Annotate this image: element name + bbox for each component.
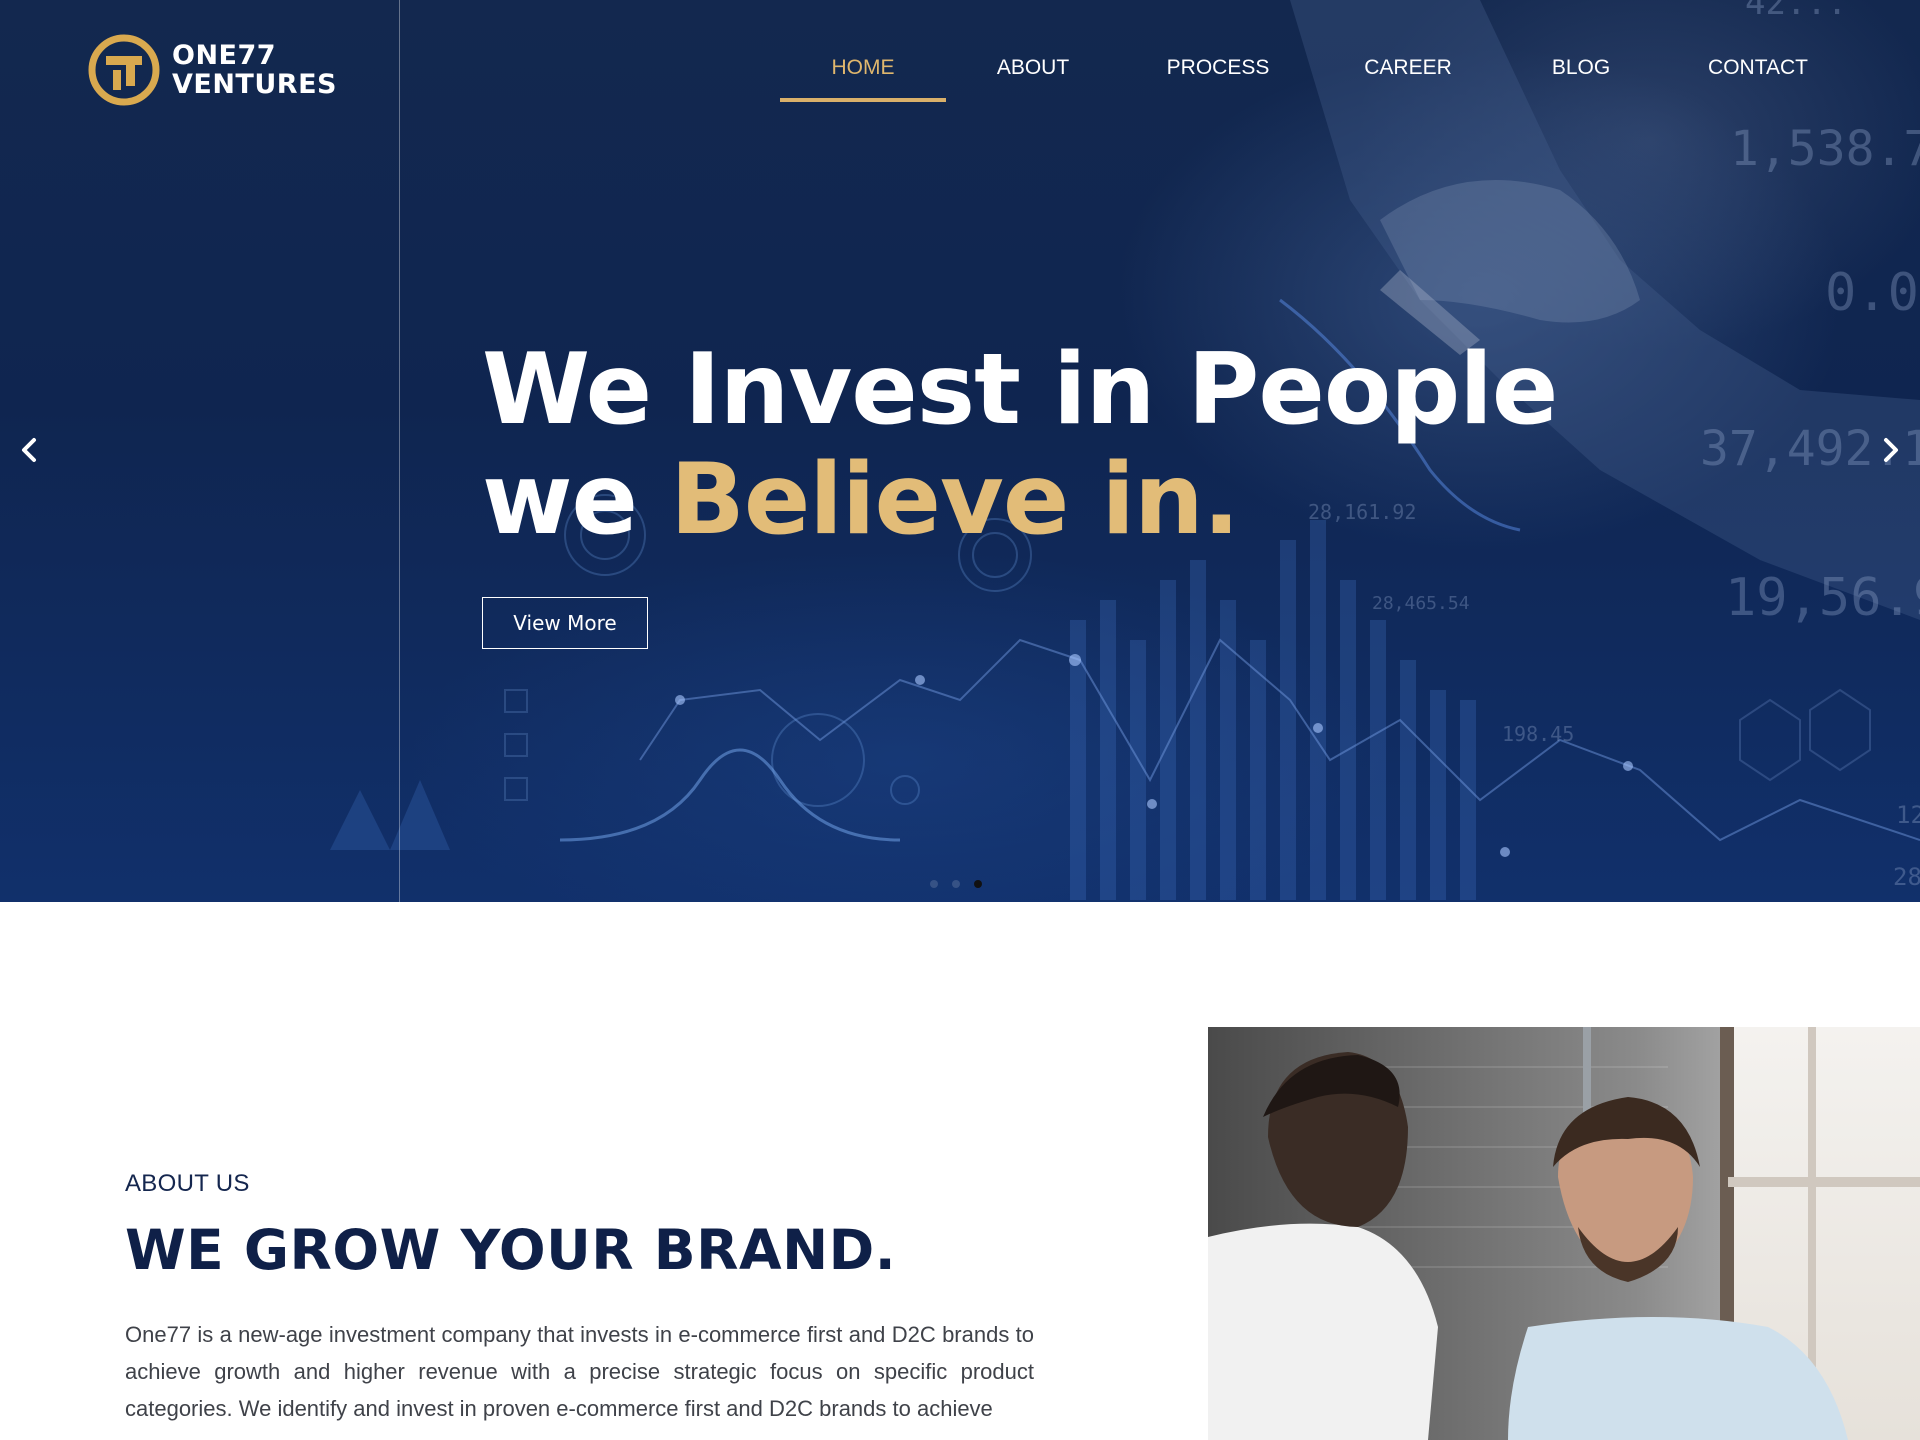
slider-prev-button[interactable] xyxy=(14,432,44,468)
hero-heading-line2-prefix: we xyxy=(482,443,638,557)
about-section-text: One77 is a new-age investment company th… xyxy=(125,1322,1034,1421)
business-meeting-image xyxy=(1208,1027,1920,1440)
svg-text:0.01: 0.01 xyxy=(1825,263,1920,323)
chevron-right-icon xyxy=(1884,438,1898,462)
nav-item-career[interactable]: CAREER xyxy=(1348,44,1468,96)
brand-name-line1: ONE77 xyxy=(172,40,277,71)
nav-item-blog[interactable]: BLOG xyxy=(1540,44,1622,96)
one77-logo-icon xyxy=(88,34,160,106)
hero-vertical-divider xyxy=(399,0,400,902)
hero-heading: We Invest in People we Believe in. xyxy=(482,333,1558,557)
about-photo xyxy=(1208,1027,1920,1440)
chevron-left-icon xyxy=(22,438,36,462)
brand-logo[interactable]: ONE77 VENTURES xyxy=(88,34,337,106)
nav-item-about[interactable]: ABOUT xyxy=(980,44,1086,96)
svg-text:198.45: 198.45 xyxy=(1502,722,1574,746)
brand-name: ONE77 VENTURES xyxy=(172,41,337,99)
slider-pagination xyxy=(930,880,982,888)
about-section-title: WE GROW YOUR BRAND. xyxy=(125,1218,897,1282)
nav-item-process[interactable]: PROCESS xyxy=(1150,44,1286,96)
nav-item-contact[interactable]: CONTACT xyxy=(1696,44,1820,96)
nav-item-home[interactable]: HOME xyxy=(780,44,946,102)
svg-text:12: 12 xyxy=(1896,801,1920,829)
slider-dot-1[interactable] xyxy=(930,880,938,888)
svg-text:42...: 42... xyxy=(1745,0,1847,23)
svg-text:28: 28 xyxy=(1893,863,1920,891)
slider-dot-2[interactable] xyxy=(952,880,960,888)
brand-name-line2: VENTURES xyxy=(172,69,337,100)
slider-next-button[interactable] xyxy=(1876,432,1906,468)
about-section-label: ABOUT US xyxy=(125,1170,250,1197)
hero-heading-line2-accent: Believe in. xyxy=(670,443,1240,557)
hero-slider: 1,538.78 0.01 37,492.1 19,56.90 28,161.9… xyxy=(0,0,1920,902)
view-more-button[interactable]: View More xyxy=(482,597,648,649)
svg-text:1,538.78: 1,538.78 xyxy=(1730,121,1920,177)
slider-dot-3[interactable] xyxy=(974,880,982,888)
svg-text:19,56.90: 19,56.90 xyxy=(1725,568,1920,628)
hero-heading-line1: We Invest in People xyxy=(482,333,1558,447)
svg-text:28,465.54: 28,465.54 xyxy=(1372,593,1470,614)
